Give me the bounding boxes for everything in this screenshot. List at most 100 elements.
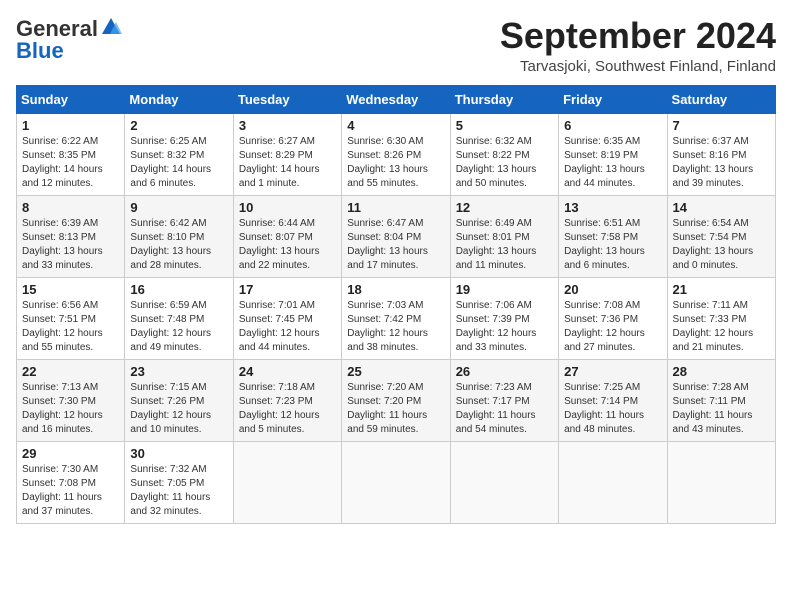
day-number: 8: [22, 200, 119, 215]
day-info: Sunrise: 6:39 AMSunset: 8:13 PMDaylight:…: [22, 217, 119, 273]
day-number: 28: [673, 364, 770, 379]
calendar-header-row: SundayMondayTuesdayWednesdayThursdayFrid…: [17, 85, 776, 113]
day-info: Sunrise: 7:32 AMSunset: 7:05 PMDaylight:…: [130, 463, 227, 519]
day-number: 27: [564, 364, 661, 379]
day-info: Sunrise: 7:08 AMSunset: 7:36 PMDaylight:…: [564, 299, 661, 355]
calendar-cell: 24 Sunrise: 7:18 AMSunset: 7:23 PMDayligh…: [233, 359, 341, 441]
day-info: Sunrise: 6:54 AMSunset: 7:54 PMDaylight:…: [673, 217, 770, 273]
calendar-cell: 11 Sunrise: 6:47 AMSunset: 8:04 PMDayligh…: [342, 195, 450, 277]
day-info: Sunrise: 7:30 AMSunset: 7:08 PMDaylight:…: [22, 463, 119, 519]
calendar-cell: 3 Sunrise: 6:27 AMSunset: 8:29 PMDaylight…: [233, 113, 341, 195]
day-number: 3: [239, 118, 336, 133]
day-number: 12: [456, 200, 553, 215]
day-number: 19: [456, 282, 553, 297]
calendar-week-2: 8 Sunrise: 6:39 AMSunset: 8:13 PMDaylight…: [17, 195, 776, 277]
header-saturday: Saturday: [667, 85, 775, 113]
day-number: 2: [130, 118, 227, 133]
day-info: Sunrise: 7:28 AMSunset: 7:11 PMDaylight:…: [673, 381, 770, 437]
day-info: Sunrise: 6:35 AMSunset: 8:19 PMDaylight:…: [564, 135, 661, 191]
calendar-cell: [450, 441, 558, 523]
day-info: Sunrise: 7:23 AMSunset: 7:17 PMDaylight:…: [456, 381, 553, 437]
calendar-cell: 13 Sunrise: 6:51 AMSunset: 7:58 PMDayligh…: [559, 195, 667, 277]
day-number: 25: [347, 364, 444, 379]
calendar-cell: 1 Sunrise: 6:22 AMSunset: 8:35 PMDaylight…: [17, 113, 125, 195]
day-info: Sunrise: 6:56 AMSunset: 7:51 PMDaylight:…: [22, 299, 119, 355]
day-number: 18: [347, 282, 444, 297]
day-number: 15: [22, 282, 119, 297]
day-info: Sunrise: 6:44 AMSunset: 8:07 PMDaylight:…: [239, 217, 336, 273]
day-info: Sunrise: 7:20 AMSunset: 7:20 PMDaylight:…: [347, 381, 444, 437]
day-info: Sunrise: 6:32 AMSunset: 8:22 PMDaylight:…: [456, 135, 553, 191]
header-tuesday: Tuesday: [233, 85, 341, 113]
day-number: 14: [673, 200, 770, 215]
day-info: Sunrise: 6:30 AMSunset: 8:26 PMDaylight:…: [347, 135, 444, 191]
calendar-cell: 17Sunrise: 7:01 AMSunset: 7:45 PMDayligh…: [233, 277, 341, 359]
day-number: 24: [239, 364, 336, 379]
calendar-week-3: 15 Sunrise: 6:56 AMSunset: 7:51 PMDayligh…: [17, 277, 776, 359]
day-number: 22: [22, 364, 119, 379]
day-number: 11: [347, 200, 444, 215]
calendar-cell: 30Sunrise: 7:32 AMSunset: 7:05 PMDayligh…: [125, 441, 233, 523]
day-info: Sunrise: 6:49 AMSunset: 8:01 PMDaylight:…: [456, 217, 553, 273]
calendar-cell: 2 Sunrise: 6:25 AMSunset: 8:32 PMDaylight…: [125, 113, 233, 195]
calendar-cell: 9Sunrise: 6:42 AMSunset: 8:10 PMDaylight…: [125, 195, 233, 277]
logo: General Blue: [16, 16, 122, 64]
calendar-cell: [559, 441, 667, 523]
day-info: Sunrise: 7:18 AMSunset: 7:23 PMDaylight:…: [239, 381, 336, 437]
day-number: 21: [673, 282, 770, 297]
calendar-cell: 7 Sunrise: 6:37 AMSunset: 8:16 PMDaylight…: [667, 113, 775, 195]
day-info: Sunrise: 6:59 AMSunset: 7:48 PMDaylight:…: [130, 299, 227, 355]
header-friday: Friday: [559, 85, 667, 113]
calendar-week-4: 22 Sunrise: 7:13 AMSunset: 7:30 PMDayligh…: [17, 359, 776, 441]
calendar-cell: 28 Sunrise: 7:28 AMSunset: 7:11 PMDayligh…: [667, 359, 775, 441]
day-info: Sunrise: 7:03 AMSunset: 7:42 PMDaylight:…: [347, 299, 444, 355]
page-header: General Blue September 2024 Tarvasjoki, …: [16, 16, 776, 75]
day-info: Sunrise: 7:15 AMSunset: 7:26 PMDaylight:…: [130, 381, 227, 437]
header-monday: Monday: [125, 85, 233, 113]
day-info: Sunrise: 7:11 AMSunset: 7:33 PMDaylight:…: [673, 299, 770, 355]
day-info: Sunrise: 6:22 AMSunset: 8:35 PMDaylight:…: [22, 135, 119, 191]
day-info: Sunrise: 6:42 AMSunset: 8:10 PMDaylight:…: [130, 217, 227, 273]
day-number: 6: [564, 118, 661, 133]
calendar-cell: 29Sunrise: 7:30 AMSunset: 7:08 PMDayligh…: [17, 441, 125, 523]
day-info: Sunrise: 6:47 AMSunset: 8:04 PMDaylight:…: [347, 217, 444, 273]
calendar-cell: 27 Sunrise: 7:25 AMSunset: 7:14 PMDayligh…: [559, 359, 667, 441]
calendar-cell: 25 Sunrise: 7:20 AMSunset: 7:20 PMDayligh…: [342, 359, 450, 441]
day-number: 10: [239, 200, 336, 215]
calendar-cell: 23 Sunrise: 7:15 AMSunset: 7:26 PMDayligh…: [125, 359, 233, 441]
calendar-cell: 5 Sunrise: 6:32 AMSunset: 8:22 PMDaylight…: [450, 113, 558, 195]
day-info: Sunrise: 7:25 AMSunset: 7:14 PMDaylight:…: [564, 381, 661, 437]
day-number: 7: [673, 118, 770, 133]
day-number: 4: [347, 118, 444, 133]
logo-icon: [100, 16, 122, 38]
day-info: Sunrise: 7:06 AMSunset: 7:39 PMDaylight:…: [456, 299, 553, 355]
day-number: 5: [456, 118, 553, 133]
month-title: September 2024: [500, 16, 776, 56]
day-number: 17: [239, 282, 336, 297]
day-number: 1: [22, 118, 119, 133]
day-info: Sunrise: 6:25 AMSunset: 8:32 PMDaylight:…: [130, 135, 227, 191]
header-sunday: Sunday: [17, 85, 125, 113]
calendar-cell: 10 Sunrise: 6:44 AMSunset: 8:07 PMDayligh…: [233, 195, 341, 277]
calendar-cell: 26 Sunrise: 7:23 AMSunset: 7:17 PMDayligh…: [450, 359, 558, 441]
location-title: Tarvasjoki, Southwest Finland, Finland: [500, 58, 776, 75]
calendar-cell: 6 Sunrise: 6:35 AMSunset: 8:19 PMDaylight…: [559, 113, 667, 195]
day-info: Sunrise: 6:37 AMSunset: 8:16 PMDaylight:…: [673, 135, 770, 191]
calendar-cell: 21 Sunrise: 7:11 AMSunset: 7:33 PMDayligh…: [667, 277, 775, 359]
calendar-cell: 8 Sunrise: 6:39 AMSunset: 8:13 PMDaylight…: [17, 195, 125, 277]
day-number: 23: [130, 364, 227, 379]
day-info: Sunrise: 6:51 AMSunset: 7:58 PMDaylight:…: [564, 217, 661, 273]
day-number: 26: [456, 364, 553, 379]
calendar-cell: [233, 441, 341, 523]
calendar-cell: 4 Sunrise: 6:30 AMSunset: 8:26 PMDaylight…: [342, 113, 450, 195]
header-thursday: Thursday: [450, 85, 558, 113]
calendar-table: SundayMondayTuesdayWednesdayThursdayFrid…: [16, 85, 776, 524]
day-info: Sunrise: 6:27 AMSunset: 8:29 PMDaylight:…: [239, 135, 336, 191]
calendar-cell: 14 Sunrise: 6:54 AMSunset: 7:54 PMDayligh…: [667, 195, 775, 277]
calendar-cell: 20 Sunrise: 7:08 AMSunset: 7:36 PMDayligh…: [559, 277, 667, 359]
calendar-cell: 16Sunrise: 6:59 AMSunset: 7:48 PMDayligh…: [125, 277, 233, 359]
calendar-cell: [342, 441, 450, 523]
day-info: Sunrise: 7:13 AMSunset: 7:30 PMDaylight:…: [22, 381, 119, 437]
day-number: 20: [564, 282, 661, 297]
day-number: 13: [564, 200, 661, 215]
